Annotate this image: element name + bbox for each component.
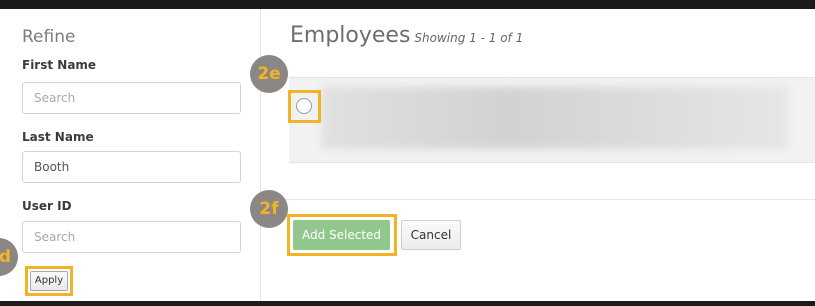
employee-select-radio[interactable] — [296, 98, 312, 114]
last-name-input[interactable]: Booth — [22, 151, 241, 183]
divider — [261, 199, 815, 200]
step-badge-2e: 2e — [250, 55, 288, 93]
refine-title: Refine — [22, 27, 76, 47]
refine-sidebar: Refine First Name Search Last Name Booth… — [0, 9, 261, 301]
cancel-button[interactable]: Cancel — [401, 220, 461, 250]
last-name-label: Last Name — [22, 130, 94, 144]
employees-title: Employees — [290, 23, 411, 48]
result-count: Showing 1 - 1 of 1 — [414, 31, 524, 45]
user-id-label: User ID — [22, 199, 72, 213]
first-name-input[interactable]: Search — [22, 82, 241, 114]
step-badge-2f: 2f — [250, 190, 288, 228]
first-name-label: First Name — [22, 58, 97, 72]
page-title: Employees Showing 1 - 1 of 1 — [290, 23, 523, 48]
user-id-input[interactable]: Search — [22, 221, 241, 253]
add-selected-button[interactable]: Add Selected — [293, 220, 390, 250]
apply-button[interactable]: Apply — [30, 271, 68, 291]
employee-picker-panel: Refine First Name Search Last Name Booth… — [0, 9, 815, 301]
blurred-employee-row — [322, 87, 788, 149]
